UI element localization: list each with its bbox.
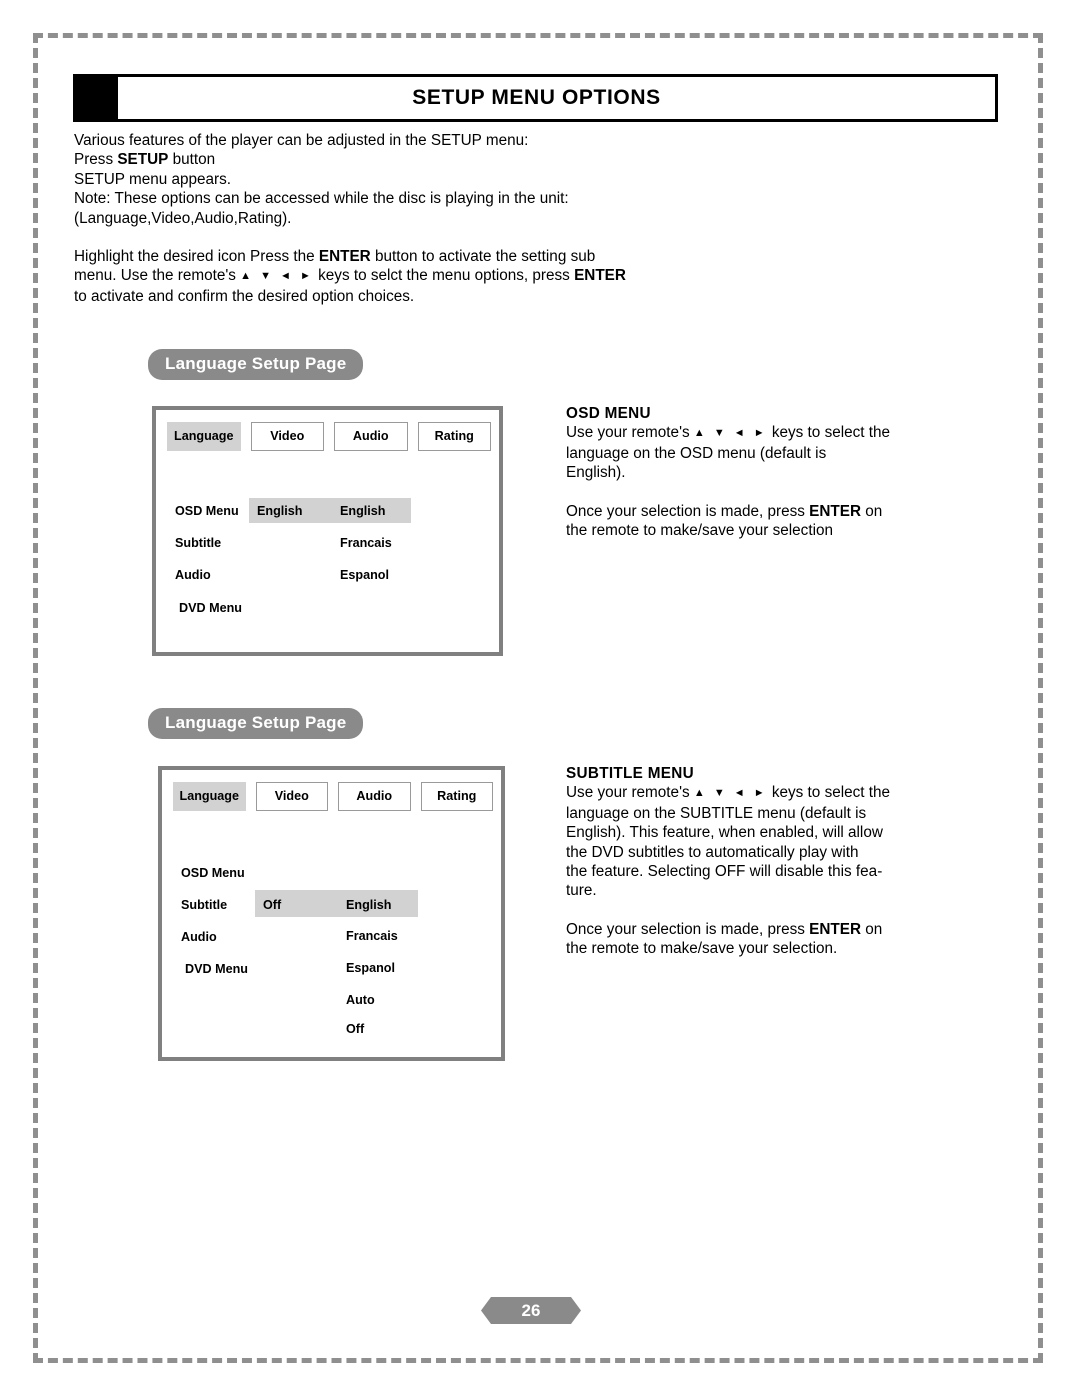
sub-desc-h-post: on [861,920,883,938]
intro-para2-c: button to activate the setting sub [370,248,596,266]
intro-spacer [74,228,724,247]
intro-line-1: Various features of the player can be ad… [74,132,529,149]
osd-tab-row-1: Language Video Audio Rating [167,422,491,451]
osd-option-espanol-1[interactable]: Espanol [340,568,389,582]
osd-desc-line-1: Use your remote's ▲ ▼ ◄ ► keys to select… [566,423,916,443]
osd-desc-b: keys to select the [767,424,891,442]
dpad-arrows-icon-sub: ▲ ▼ ◄ ► [693,787,768,800]
page-number-badge: 26 [481,1297,581,1324]
enter-keyword-sub: ENTER [809,920,862,938]
title-bar-black-block [76,77,118,119]
osd-tab-language-2[interactable]: Language [173,782,246,811]
osd-label-subtitle-1[interactable]: Subtitle [175,536,221,550]
osd-option-francais-1[interactable]: Francais [340,536,392,550]
intro-line-5: (Language,Video,Audio,Rating). [74,209,292,227]
sub-desc-line-4: the DVD subtitles to automatically play … [566,843,859,861]
osd-option-english-1[interactable]: English [340,504,385,518]
osd-label-osd-menu-1[interactable]: OSD Menu [175,504,239,518]
osd-label-dvd-menu-1[interactable]: DVD Menu [179,601,242,615]
osd-menu-description: OSD MENU Use your remote's ▲ ▼ ◄ ► keys … [566,404,916,540]
sub-desc-line-7: Once your selection is made, press ENTER… [566,920,916,939]
sub-desc-line-3: English). This feature, when enabled, wi… [566,824,883,842]
osd-label-dvd-menu-2[interactable]: DVD Menu [185,962,248,976]
osd-option-francais-2[interactable]: Francais [346,929,398,943]
osd-label-audio-1[interactable]: Audio [175,568,211,582]
sub-desc-b: keys to select the [767,784,891,802]
osd-desc-e-post: on [861,502,883,520]
osd-desc-line-3: English). [566,464,626,482]
page-title: SETUP MENU OPTIONS [412,86,661,109]
setup-keyword: SETUP [117,151,169,169]
subtitle-menu-description: SUBTITLE MENU Use your remote's ▲ ▼ ◄ ► … [566,764,916,959]
osd-tab-rating-2[interactable]: Rating [420,782,493,811]
intro-line-2-pre: Press [74,151,118,169]
osd-option-auto-2[interactable]: Auto [346,993,375,1007]
intro-line-3: SETUP menu appears. [74,170,232,188]
osd-desc-e-pre: Once your selection is made, press [566,502,810,520]
dpad-arrows-icon: ▲ ▼ ◄ ► [240,270,314,283]
sub-desc-spacer [566,901,916,920]
sub-desc-line-8: the remote to make/save your selection. [566,940,838,958]
page-title-bar: SETUP MENU OPTIONS [73,74,998,122]
osd-value-osd-menu-1[interactable]: English [257,504,302,518]
enter-keyword-2: ENTER [574,267,626,285]
osd-tab-video-2[interactable]: Video [255,782,328,811]
osd-tab-audio-2[interactable]: Audio [338,782,411,811]
osd-desc-line-5: the remote to make/save your selection [566,522,833,540]
osd-desc-a: Use your remote's [566,424,694,442]
sub-desc-line-5: the feature. Selecting OFF will disable … [566,863,883,881]
intro-para2-line-1: Highlight the desired icon Press the ENT… [74,247,724,266]
subtitle-menu-heading: SUBTITLE MENU [566,765,694,782]
osd-desc-line-2: language on the OSD menu (default is [566,444,827,462]
osd-menu-mock-1: Language Video Audio Rating OSD Menu Sub… [152,406,503,656]
intro-line-4: Note: These options can be accessed whil… [74,190,569,208]
enter-keyword-osd: ENTER [809,502,862,520]
dpad-arrows-icon-osd: ▲ ▼ ◄ ► [693,427,768,440]
osd-label-subtitle-2[interactable]: Subtitle [181,898,227,912]
osd-label-osd-menu-2[interactable]: OSD Menu [181,866,245,880]
osd-menu-mock-2: Language Video Audio Rating OSD Menu Sub… [158,766,505,1061]
intro-line-2: Press SETUP button [74,150,724,169]
osd-desc-spacer [566,483,916,502]
osd-option-espanol-2[interactable]: Espanol [346,961,395,975]
osd-tab-rating-1[interactable]: Rating [417,422,491,451]
intro-line-2-post: button [168,151,216,169]
sub-desc-line-1: Use your remote's ▲ ▼ ◄ ► keys to select… [566,783,916,803]
osd-tab-language-1[interactable]: Language [167,422,241,451]
osd-value-subtitle-2[interactable]: Off [263,898,281,912]
intro-para2-e: keys to selct the menu options, press [313,267,575,285]
section-badge-language-setup-2: Language Setup Page [148,708,364,739]
osd-menu-heading: OSD MENU [566,405,651,422]
sub-desc-a: Use your remote's [566,784,694,802]
intro-para2-a: Highlight the desired icon Press the [74,248,319,266]
intro-para2-line-2: menu. Use the remote's ▲ ▼ ◄ ► keys to s… [74,266,724,286]
osd-tab-audio-1[interactable]: Audio [334,422,408,451]
osd-label-audio-2[interactable]: Audio [181,930,217,944]
sub-desc-line-6: ture. [566,882,597,900]
section-badge-language-setup-1: Language Setup Page [148,349,364,380]
sub-desc-h-pre: Once your selection is made, press [566,920,810,938]
intro-para2-line-3: to activate and confirm the desired opti… [74,287,415,305]
osd-tab-row-2: Language Video Audio Rating [173,782,493,811]
osd-option-english-2[interactable]: English [346,898,391,912]
sub-desc-line-2: language on the SUBTITLE menu (default i… [566,804,867,822]
enter-keyword-1: ENTER [318,248,371,266]
osd-tab-video-1[interactable]: Video [250,422,324,451]
osd-option-off-2[interactable]: Off [346,1022,364,1036]
intro-text: Various features of the player can be ad… [74,131,724,306]
osd-desc-line-4: Once your selection is made, press ENTER… [566,502,916,521]
intro-para2-d: menu. Use the remote's [74,267,241,285]
